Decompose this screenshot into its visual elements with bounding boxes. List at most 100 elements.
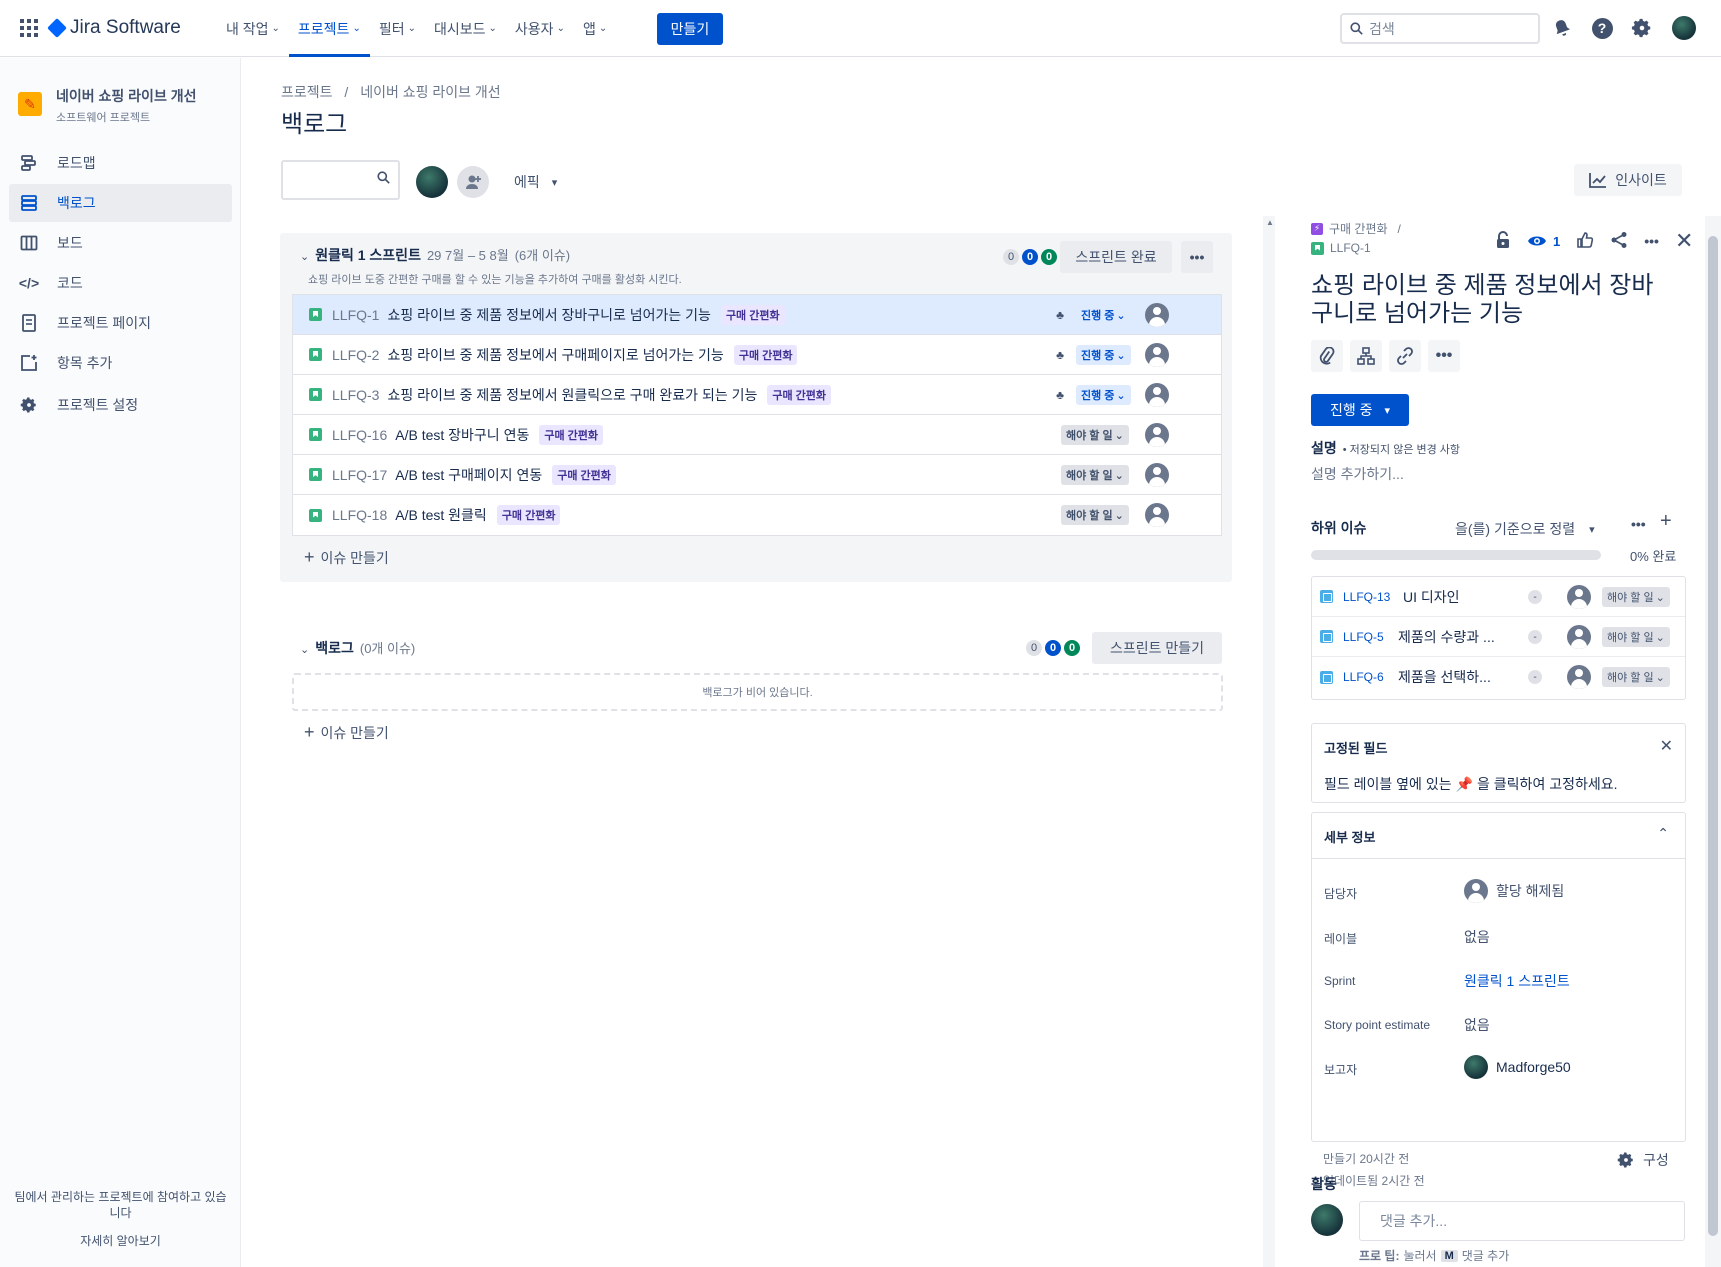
sidebar-item-project-settings[interactable]: 프로젝트 설정 bbox=[9, 386, 232, 424]
assignee-value[interactable]: 할당 해제됨 bbox=[1464, 879, 1564, 903]
status-dropdown[interactable]: 진행 중 ⌄ bbox=[1076, 305, 1131, 325]
status-dropdown[interactable]: 해야 할 일 ⌄ bbox=[1602, 587, 1670, 607]
story-points-value[interactable]: 없음 bbox=[1464, 1015, 1490, 1035]
assignee-avatar[interactable] bbox=[1145, 303, 1169, 327]
list-item[interactable]: LLFQ-6 제품을 선택하... - 해야 할 일 ⌄ bbox=[1312, 657, 1685, 697]
close-icon[interactable]: ✕ bbox=[1675, 228, 1693, 254]
more-actions-icon[interactable]: ••• bbox=[1181, 241, 1213, 273]
more-actions-icon[interactable]: ••• bbox=[1644, 233, 1659, 249]
table-row[interactable]: LLFQ-16 A/B test 장바구니 연동 구매 간편화 해야 할 일 ⌄ bbox=[293, 415, 1221, 455]
watch-button[interactable]: 1 bbox=[1527, 234, 1560, 249]
create-sprint-button[interactable]: 스프린트 만들기 bbox=[1092, 632, 1222, 664]
issue-key[interactable]: LLFQ-17 bbox=[332, 467, 387, 483]
configure-button[interactable]: 구성 bbox=[1617, 1150, 1669, 1170]
sprint-header[interactable]: ⌄ 원클릭 1 스프린트 29 7월 – 5 8월 (6개 이슈) bbox=[300, 245, 570, 265]
subtask-key[interactable]: LLFQ-6 bbox=[1343, 670, 1398, 684]
add-subtask-icon[interactable]: + bbox=[1660, 510, 1672, 533]
sidebar-item-backlog[interactable]: 백로그 bbox=[9, 184, 232, 222]
breadcrumb-project[interactable]: 네이버 쇼핑 라이브 개선 bbox=[360, 84, 500, 100]
close-icon[interactable]: ✕ bbox=[1660, 736, 1673, 756]
status-dropdown[interactable]: 해야 할 일 ⌄ bbox=[1602, 627, 1670, 647]
panel-scrollbar[interactable] bbox=[1705, 216, 1721, 1267]
labels-value[interactable]: 없음 bbox=[1464, 927, 1490, 947]
chevron-down-icon[interactable]: ⌄ bbox=[300, 250, 309, 263]
sort-dropdown[interactable]: 을(를) 기준으로 정렬 ▾ bbox=[1455, 519, 1595, 539]
assignee-avatar[interactable] bbox=[1145, 383, 1169, 407]
issue-key[interactable]: LLFQ-16 bbox=[332, 427, 387, 443]
issue-title[interactable]: 쇼핑 라이브 중 제품 정보에서 장바구니로 넘어가는 기능 bbox=[1311, 272, 1671, 328]
project-header[interactable]: ✎ 네이버 쇼핑 라이브 개선 소프트웨어 프로젝트 bbox=[18, 86, 196, 125]
lock-icon[interactable] bbox=[1495, 230, 1511, 252]
reporter-value[interactable]: Madforge50 bbox=[1464, 1055, 1571, 1079]
table-row[interactable]: LLFQ-3 쇼핑 라이브 중 제품 정보에서 원클릭으로 구매 완료가 되는 … bbox=[293, 375, 1221, 415]
insight-button[interactable]: 인사이트 bbox=[1574, 164, 1682, 196]
subtask-key[interactable]: LLFQ-13 bbox=[1343, 590, 1403, 604]
scroll-up-icon[interactable]: ▲ bbox=[1266, 218, 1274, 227]
help-icon[interactable]: ? bbox=[1590, 16, 1614, 40]
list-item[interactable]: LLFQ-13 UI 디자인 - 해야 할 일 ⌄ bbox=[1312, 577, 1685, 617]
more-actions-icon[interactable]: ••• bbox=[1631, 516, 1646, 532]
sidebar-item-roadmap[interactable]: 로드맵 bbox=[9, 144, 232, 182]
table-row[interactable]: LLFQ-18 A/B test 원클릭 구매 간편화 해야 할 일 ⌄ bbox=[293, 495, 1221, 535]
sidebar-item-project-pages[interactable]: 프로젝트 페이지 bbox=[9, 304, 232, 342]
backlog-search-input[interactable] bbox=[281, 160, 400, 200]
assignee-avatar[interactable] bbox=[1567, 585, 1591, 609]
nav-dashboards[interactable]: 대시보드 ⌄ bbox=[425, 0, 506, 57]
assignee-avatar[interactable] bbox=[1145, 503, 1169, 527]
assignee-avatar[interactable] bbox=[1567, 665, 1591, 689]
share-icon[interactable] bbox=[1610, 231, 1628, 252]
nav-my-work[interactable]: 내 작업 ⌄ bbox=[217, 0, 289, 57]
attach-icon[interactable] bbox=[1311, 340, 1343, 372]
create-button[interactable]: 만들기 bbox=[657, 13, 723, 45]
nav-people[interactable]: 사용자 ⌄ bbox=[506, 0, 574, 57]
nav-apps[interactable]: 앱 ⌄ bbox=[574, 0, 616, 57]
global-search-input[interactable]: 검색 bbox=[1340, 13, 1540, 44]
filter-avatar-user[interactable] bbox=[416, 166, 448, 198]
issue-key[interactable]: LLFQ-3 bbox=[332, 387, 379, 403]
status-button[interactable]: 진행 중 ▾ bbox=[1311, 394, 1409, 426]
sidebar-item-code[interactable]: </> 코드 bbox=[9, 264, 232, 302]
status-dropdown[interactable]: 진행 중 ⌄ bbox=[1076, 385, 1131, 405]
settings-gear-icon[interactable] bbox=[1630, 16, 1654, 40]
table-row[interactable]: LLFQ-2 쇼핑 라이브 중 제품 정보에서 구매페이지로 넘어가는 기능 구… bbox=[293, 335, 1221, 375]
epic-breadcrumb[interactable]: ⚡ 구매 간편화 / bbox=[1311, 220, 1401, 237]
notifications-icon[interactable] bbox=[1550, 16, 1574, 40]
details-header[interactable]: 세부 정보 ⌃ bbox=[1312, 813, 1685, 859]
profile-avatar[interactable] bbox=[1672, 16, 1696, 40]
status-dropdown[interactable]: 해야 할 일 ⌄ bbox=[1602, 667, 1670, 687]
learn-more-link[interactable]: 자세히 알아보기 bbox=[0, 1233, 241, 1249]
sidebar-item-add-item[interactable]: 항목 추가 bbox=[9, 344, 232, 382]
more-options-icon[interactable]: ••• bbox=[1428, 340, 1460, 372]
table-row[interactable]: LLFQ-17 A/B test 구매페이지 연동 구매 간편화 해야 할 일 ⌄ bbox=[293, 455, 1221, 495]
subtask-key[interactable]: LLFQ-5 bbox=[1343, 630, 1398, 644]
create-issue-button[interactable]: + 이슈 만들기 bbox=[304, 722, 389, 743]
status-dropdown[interactable]: 해야 할 일 ⌄ bbox=[1061, 465, 1129, 485]
sidebar-item-board[interactable]: 보드 bbox=[9, 224, 232, 262]
scrollbar-thumb[interactable] bbox=[1708, 236, 1718, 1236]
panel-resize-handle[interactable]: ▲ bbox=[1263, 216, 1275, 1267]
status-dropdown[interactable]: 해야 할 일 ⌄ bbox=[1061, 425, 1129, 445]
assignee-avatar[interactable] bbox=[1145, 463, 1169, 487]
nav-filters[interactable]: 필터 ⌄ bbox=[370, 0, 425, 57]
assignee-avatar[interactable] bbox=[1145, 343, 1169, 367]
assignee-avatar[interactable] bbox=[1567, 625, 1591, 649]
sprint-link[interactable]: 원클릭 1 스프린트 bbox=[1464, 971, 1570, 991]
breadcrumb-projects[interactable]: 프로젝트 bbox=[281, 84, 333, 100]
description-field[interactable]: 설명 추가하기... bbox=[1311, 464, 1404, 484]
issue-key[interactable]: LLFQ-1 bbox=[332, 307, 379, 323]
thumbs-up-icon[interactable] bbox=[1576, 231, 1594, 252]
status-dropdown[interactable]: 진행 중 ⌄ bbox=[1076, 345, 1131, 365]
assignee-avatar[interactable] bbox=[1145, 423, 1169, 447]
status-dropdown[interactable]: 해야 할 일 ⌄ bbox=[1061, 505, 1129, 525]
create-issue-button[interactable]: + 이슈 만들기 bbox=[304, 547, 389, 568]
epic-filter-dropdown[interactable]: 에픽 ▾ bbox=[514, 172, 557, 192]
chevron-down-icon[interactable]: ⌄ bbox=[300, 643, 309, 656]
link-icon[interactable] bbox=[1389, 340, 1421, 372]
table-row[interactable]: LLFQ-1 쇼핑 라이브 중 제품 정보에서 장바구니로 넘어가는 기능 구매… bbox=[293, 295, 1221, 335]
issue-key[interactable]: LLFQ-18 bbox=[332, 507, 387, 523]
comment-input[interactable]: 댓글 추가... bbox=[1359, 1201, 1685, 1241]
issue-key[interactable]: LLFQ-2 bbox=[332, 347, 379, 363]
nav-projects[interactable]: 프로젝트 ⌄ bbox=[288, 0, 370, 57]
child-issue-icon[interactable] bbox=[1350, 340, 1382, 372]
jira-logo[interactable]: Jira Software bbox=[47, 17, 181, 39]
